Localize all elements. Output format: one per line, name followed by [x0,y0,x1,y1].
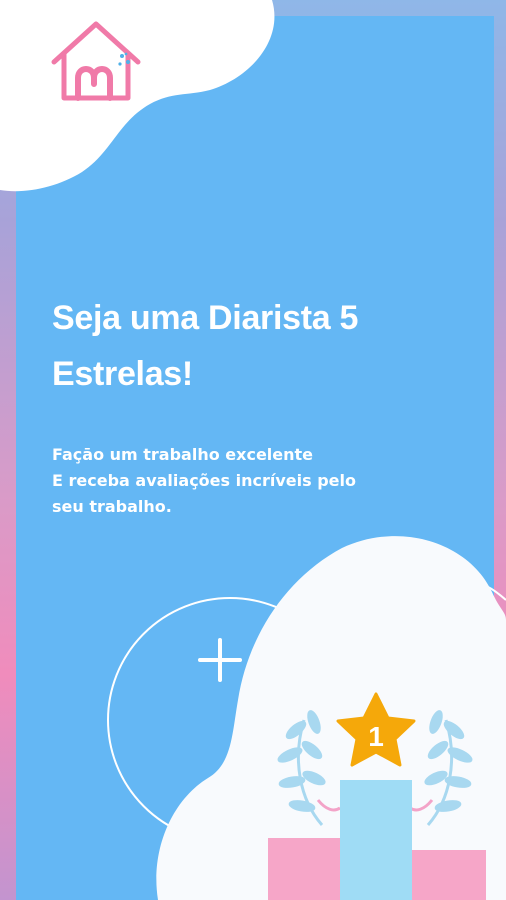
laurel-left-icon [277,710,326,826]
podium-right-block [412,850,486,900]
podium-left-block [268,838,342,900]
laurel-right-icon [424,710,473,826]
podium-illustration: 1 [268,692,486,900]
podium-center-block [340,780,412,900]
star-rank-number: 1 [368,721,384,752]
podium-icon [268,780,486,900]
